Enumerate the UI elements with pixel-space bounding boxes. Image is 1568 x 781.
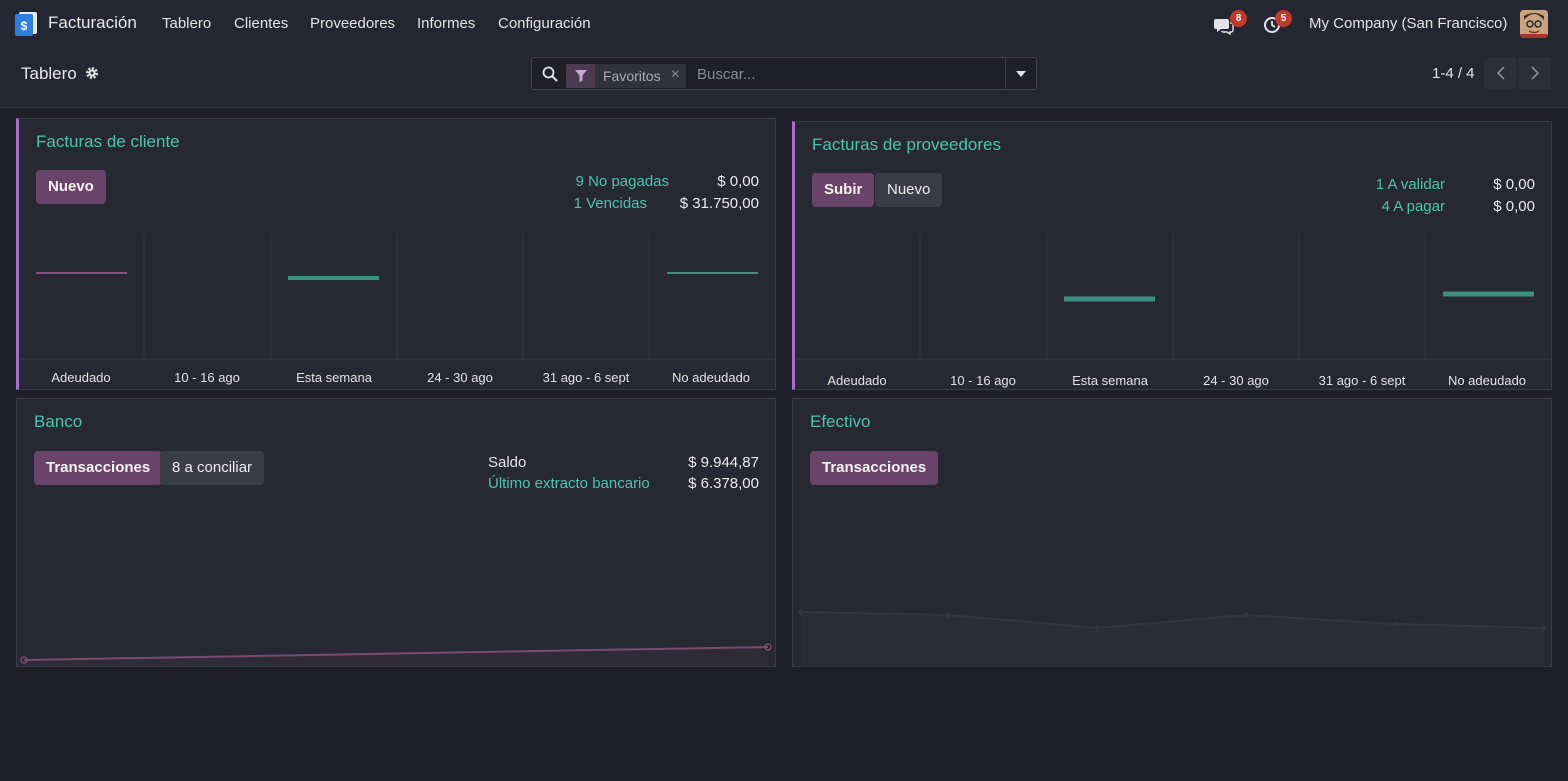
card-title[interactable]: Facturas de proveedores <box>812 135 1001 155</box>
chart-label-10-16-ago: 10 - 16 ago <box>174 370 240 385</box>
company-switcher[interactable]: My Company (San Francisco) <box>1309 15 1507 32</box>
bank-transactions-button[interactable]: Transacciones <box>34 451 163 485</box>
chart-label-31-ago-6-sept: 31 ago - 6 sept <box>543 370 630 385</box>
new-invoice-button[interactable]: Nuevo <box>36 170 106 204</box>
top-navbar: $ Facturación Tablero Clientes Proveedor… <box>0 0 1568 47</box>
facet-label: Favoritos <box>595 64 669 88</box>
activities-badge: 5 <box>1275 10 1292 27</box>
chevron-right-icon <box>1530 66 1539 80</box>
bills-to-validate-amount: $ 0,00 <box>1493 176 1535 193</box>
chart-point[interactable] <box>1243 612 1249 618</box>
page-title: Tablero <box>21 64 77 83</box>
bank-balance-chart[interactable] <box>17 629 775 667</box>
chart-label-31-ago-6-sept: 31 ago - 6 sept <box>1319 373 1406 388</box>
chart-point[interactable] <box>1541 625 1547 631</box>
bills-to-pay-link[interactable]: 4 A pagar <box>1382 198 1445 215</box>
chart-point[interactable] <box>945 612 951 618</box>
chart-label-no-adeudado: No adeudado <box>1448 373 1526 388</box>
bills-to-pay-amount: $ 0,00 <box>1493 198 1535 215</box>
search-options-toggle[interactable] <box>1005 58 1036 89</box>
search-input[interactable] <box>697 64 997 84</box>
menu-item-informes[interactable]: Informes <box>417 15 475 32</box>
menu-item-clientes[interactable]: Clientes <box>234 15 288 32</box>
chart-label-no-adeudado: No adeudado <box>672 370 750 385</box>
overdue-invoices-amount: $ 31.750,00 <box>679 195 759 212</box>
unpaid-invoices-link[interactable]: 9 No pagadas <box>576 173 669 190</box>
chart-label-esta-semana: Esta semana <box>296 370 373 385</box>
balance-amount: $ 9.944,87 <box>688 454 759 471</box>
messages-button[interactable]: 8 <box>1213 10 1247 36</box>
bills-to-validate-link[interactable]: 1 A validar <box>1376 176 1445 193</box>
card-title[interactable]: Facturas de cliente <box>36 132 180 152</box>
search-facet-favoritos: Favoritos × <box>566 64 686 88</box>
user-avatar[interactable] <box>1520 10 1548 38</box>
svg-text:$: $ <box>21 19 28 33</box>
messages-badge: 8 <box>1230 10 1247 27</box>
pager-previous-button[interactable] <box>1484 57 1517 89</box>
bank-journal-card: Banco Transacciones 8 a conciliar Saldo … <box>16 398 776 667</box>
new-bill-button[interactable]: Nuevo <box>875 173 943 207</box>
chart-label-esta-semana: Esta semana <box>1072 373 1149 388</box>
cash-transactions-button[interactable]: Transacciones <box>810 451 939 485</box>
chart-point[interactable] <box>798 609 804 615</box>
pager-value[interactable]: 1-4 / 4 <box>1432 65 1475 82</box>
search-bar: Favoritos × <box>531 57 1037 90</box>
unpaid-invoices-amount: $ 0,00 <box>717 173 759 190</box>
customer-invoices-chart[interactable]: Adeudado 10 - 16 ago Esta semana 24 - 30… <box>19 233 776 391</box>
customer-invoices-card: Facturas de cliente Nuevo 9 No pagadas $… <box>16 118 776 390</box>
menu-item-configuracion[interactable]: Configuración <box>498 15 591 32</box>
card-title[interactable]: Banco <box>34 412 82 432</box>
filter-icon <box>566 64 595 88</box>
last-statement-link[interactable]: Último extracto bancario <box>488 475 650 492</box>
chart-point[interactable] <box>1094 625 1100 631</box>
chart-point[interactable] <box>1392 621 1398 627</box>
to-reconcile-button[interactable]: 8 a conciliar <box>160 451 265 485</box>
cash-balance-chart[interactable] <box>793 599 1551 667</box>
menu-item-tablero[interactable]: Tablero <box>162 15 211 32</box>
cash-journal-card: Efectivo Transacciones <box>792 398 1552 667</box>
chart-label-10-16-ago: 10 - 16 ago <box>950 373 1016 388</box>
search-icon[interactable] <box>542 66 558 82</box>
chart-label-24-30-ago: 24 - 30 ago <box>427 370 493 385</box>
vendor-bills-card: Facturas de proveedores Subir Nuevo 1 A … <box>792 121 1552 390</box>
card-title[interactable]: Efectivo <box>810 412 870 432</box>
overdue-invoices-link[interactable]: 1 Vencidas <box>574 195 647 212</box>
control-panel: Tablero Favoritos × 1-4 / 4 <box>0 47 1568 108</box>
chart-area-fill <box>801 612 1544 667</box>
upload-bill-button[interactable]: Subir <box>812 173 875 207</box>
chevron-left-icon <box>1496 66 1505 80</box>
facet-remove-button[interactable]: × <box>668 64 686 88</box>
last-statement-amount: $ 6.378,00 <box>688 475 759 492</box>
menu-item-proveedores[interactable]: Proveedores <box>310 15 395 32</box>
pager-next-button[interactable] <box>1518 57 1551 89</box>
chart-label-adeudado: Adeudado <box>51 370 110 385</box>
vendor-bills-chart[interactable]: Adeudado 10 - 16 ago Esta semana 24 - 30… <box>795 233 1552 391</box>
caret-down-icon <box>1016 70 1026 77</box>
invoicing-app-icon[interactable]: $ <box>15 12 37 36</box>
gear-icon[interactable] <box>85 66 99 80</box>
app-title[interactable]: Facturación <box>48 13 137 33</box>
balance-label: Saldo <box>488 454 527 471</box>
user-avatar-icon <box>1520 10 1548 38</box>
chart-label-adeudado: Adeudado <box>827 373 886 388</box>
activities-button[interactable]: 5 <box>1263 10 1292 36</box>
chart-label-24-30-ago: 24 - 30 ago <box>1203 373 1269 388</box>
